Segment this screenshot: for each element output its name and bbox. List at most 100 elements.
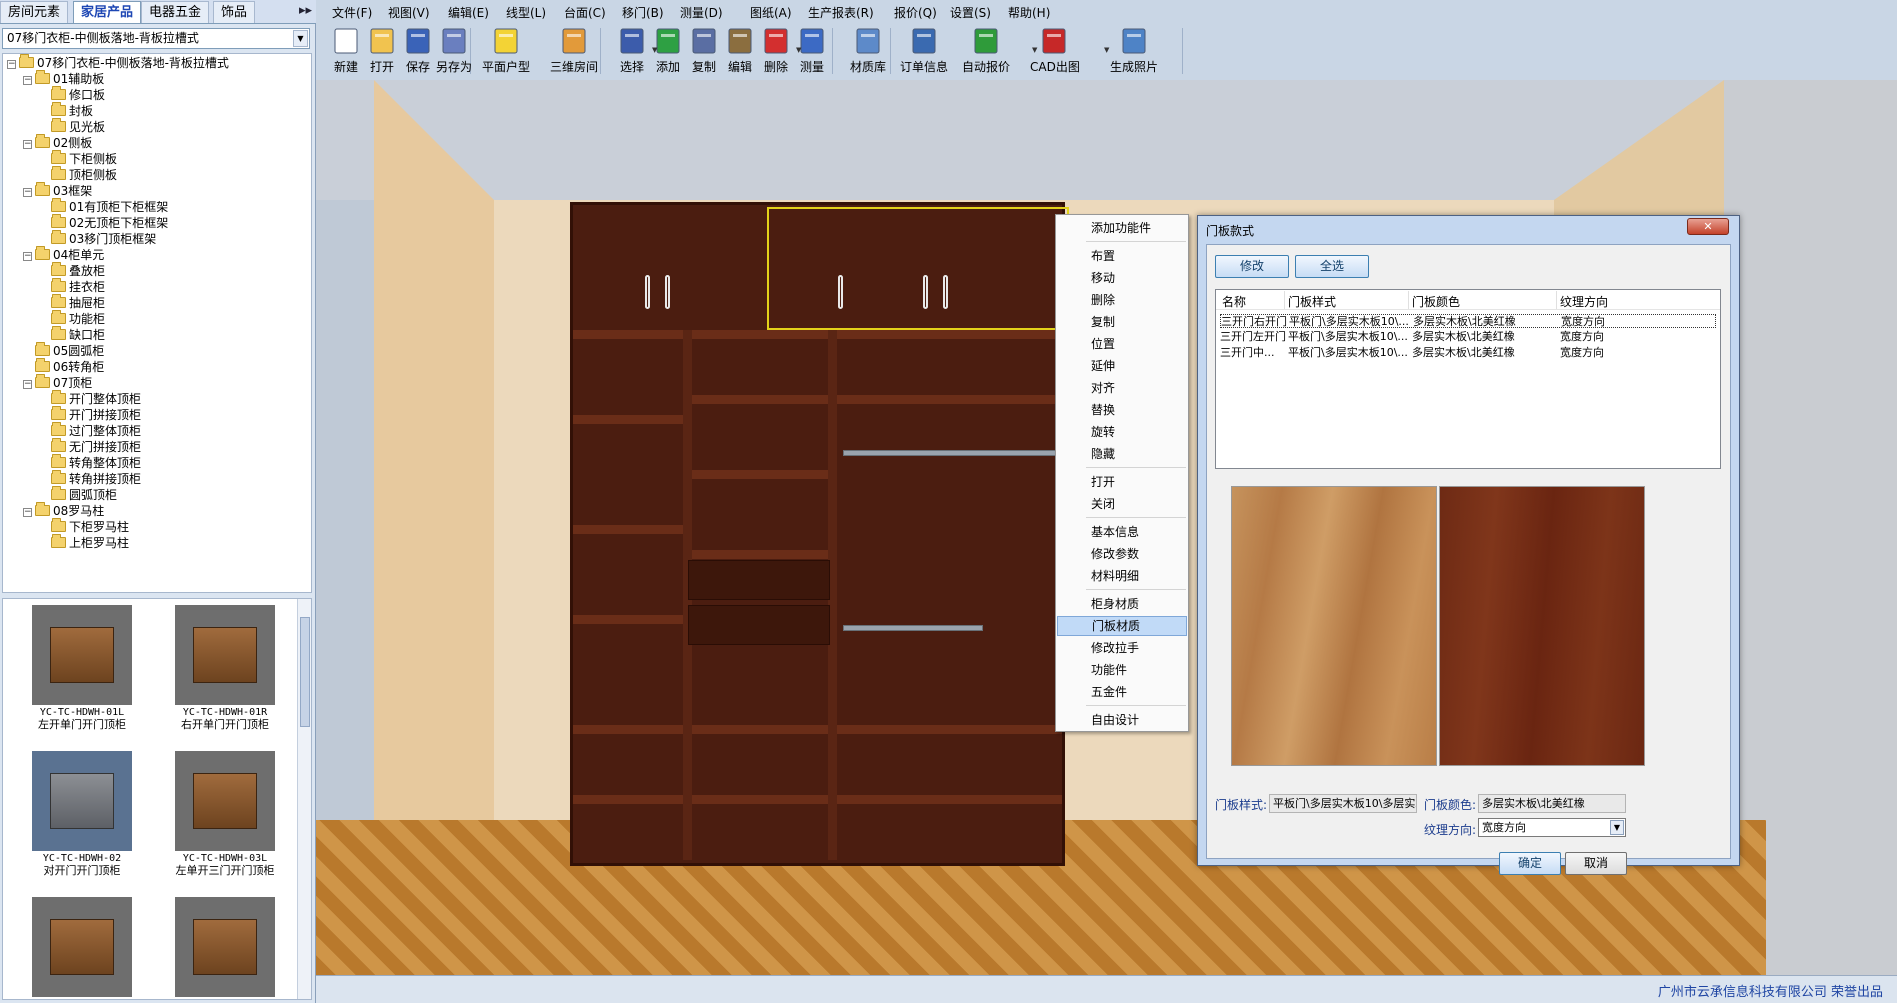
chevron-down-icon[interactable]: ▼ — [1610, 820, 1624, 835]
scrollbar-thumb[interactable] — [300, 617, 310, 727]
product-thumbnail[interactable]: YC-TC-HDWH-03R — [17, 897, 147, 999]
menu-item[interactable]: 报价(Q) — [894, 4, 937, 21]
product-thumbnail[interactable]: YC-TC-HDWH-01R 右开单门开门顶柜 — [160, 605, 290, 731]
menu-item[interactable]: 生产报表(R) — [808, 4, 874, 21]
menu-item[interactable]: 测量(D) — [680, 4, 723, 21]
tree-node[interactable]: − 07移门衣柜-中侧板落地-背板拉槽式 — [7, 54, 229, 71]
product-thumbnail[interactable]: YC-TC-HDWH-03L 左单开三门开门顶柜 — [160, 751, 290, 877]
tab-decorations[interactable]: 饰品 — [213, 1, 256, 23]
dropdown-arrow-icon[interactable]: ▼ — [652, 46, 657, 54]
context-menu-item[interactable]: 布置 — [1057, 246, 1187, 266]
tab-scroll-right-icon[interactable]: ▸▸ — [299, 3, 312, 18]
collapse-icon[interactable]: − — [23, 252, 32, 261]
grain-direction-select[interactable]: 宽度方向 ▼ — [1478, 818, 1626, 837]
tree-node[interactable]: 开门拼接顶柜 — [39, 406, 141, 423]
tree-node[interactable]: 见光板 — [39, 118, 105, 135]
collapse-icon[interactable]: − — [23, 508, 32, 517]
menu-item[interactable]: 线型(L) — [506, 4, 546, 21]
context-menu-item[interactable]: 柜身材质 — [1057, 594, 1187, 614]
tree-node[interactable]: 05圆弧柜 — [23, 342, 104, 359]
tree-node[interactable]: 圆弧顶柜 — [39, 486, 117, 503]
col-name[interactable]: 名称 — [1222, 293, 1246, 310]
tree-node[interactable]: − 01辅助板 — [23, 70, 104, 87]
tree-node[interactable]: − 04柜单元 — [23, 246, 104, 263]
tree-node[interactable]: 上柜罗马柱 — [39, 534, 129, 551]
product-thumbnail[interactable]: YC-TC-HDWH-04 — [160, 897, 290, 999]
tree-node[interactable]: − 08罗马柱 — [23, 502, 104, 519]
context-menu-item[interactable]: 修改拉手 — [1057, 638, 1187, 658]
context-menu-item[interactable]: 延伸 — [1057, 356, 1187, 376]
tree-node[interactable]: 下柜罗马柱 — [39, 518, 129, 535]
tree-node[interactable]: 06转角柜 — [23, 358, 104, 375]
tab-home-products[interactable]: 家居产品 — [73, 1, 142, 23]
menu-item[interactable]: 视图(V) — [388, 4, 430, 21]
tree-node[interactable]: 转角整体顶柜 — [39, 454, 141, 471]
tree-node[interactable]: − 07顶柜 — [23, 374, 92, 391]
context-menu-item[interactable]: 五金件 — [1057, 682, 1187, 702]
context-menu-item[interactable]: 旋转 — [1057, 422, 1187, 442]
modify-button[interactable]: 修改 — [1215, 255, 1289, 278]
toolbar-button[interactable]: 生成照片 — [1110, 22, 1158, 75]
tree-node[interactable]: 抽屉柜 — [39, 294, 105, 311]
context-menu-item[interactable]: 位置 — [1057, 334, 1187, 354]
product-category-select[interactable]: 07移门衣柜-中侧板落地-背板拉槽式 ▼ — [2, 28, 310, 49]
col-style[interactable]: 门板样式 — [1288, 293, 1336, 310]
chevron-down-icon[interactable]: ▼ — [293, 30, 308, 47]
col-direction[interactable]: 纹理方向 — [1560, 293, 1608, 310]
toolbar-button[interactable]: 订单信息 — [900, 22, 948, 75]
context-menu-item[interactable]: 门板材质 — [1057, 616, 1187, 636]
table-row[interactable]: 三开门右开门 平板门\多层实木板10\... 多层实木板\北美红橡 宽度方向 — [1220, 314, 1716, 328]
thumbnail-scrollbar[interactable] — [297, 599, 311, 999]
context-menu-item[interactable]: 基本信息 — [1057, 522, 1187, 542]
menu-item[interactable]: 移门(B) — [622, 4, 664, 21]
cancel-button[interactable]: 取消 — [1565, 852, 1627, 875]
collapse-icon[interactable]: − — [23, 380, 32, 389]
product-thumbnail[interactable]: YC-TC-HDWH-02 对开门开门顶柜 — [17, 751, 147, 877]
tree-node[interactable]: 缺口柜 — [39, 326, 105, 343]
toolbar-button[interactable]: 三维房间 — [550, 22, 598, 75]
tree-node[interactable]: − 03框架 — [23, 182, 92, 199]
context-menu-item[interactable]: 删除 — [1057, 290, 1187, 310]
context-menu-item[interactable]: 对齐 — [1057, 378, 1187, 398]
tree-node[interactable]: 叠放柜 — [39, 262, 105, 279]
tree-node[interactable]: 01有顶柜下柜框架 — [39, 198, 168, 215]
collapse-icon[interactable]: − — [23, 76, 32, 85]
context-menu-item[interactable]: 自由设计 — [1057, 710, 1187, 730]
menu-item[interactable]: 编辑(E) — [448, 4, 489, 21]
dropdown-arrow-icon[interactable]: ▼ — [1104, 46, 1109, 54]
collapse-icon[interactable]: − — [23, 188, 32, 197]
menu-item[interactable]: 台面(C) — [564, 4, 606, 21]
context-menu-item[interactable]: 移动 — [1057, 268, 1187, 288]
tree-node[interactable]: 下柜侧板 — [39, 150, 117, 167]
menu-item[interactable]: 图纸(A) — [750, 4, 792, 21]
tree-node[interactable]: − 02侧板 — [23, 134, 92, 151]
selected-top-cabinet[interactable] — [767, 207, 1069, 330]
context-menu-item[interactable]: 关闭 — [1057, 494, 1187, 514]
tree-node[interactable]: 功能柜 — [39, 310, 105, 327]
toolbar-button[interactable]: 平面户型 — [482, 22, 530, 75]
context-menu-item[interactable]: 功能件 — [1057, 660, 1187, 680]
menu-item[interactable]: 文件(F) — [332, 4, 372, 21]
context-menu-item[interactable]: 复制 — [1057, 312, 1187, 332]
ok-button[interactable]: 确定 — [1499, 852, 1561, 875]
tree-node[interactable]: 挂衣柜 — [39, 278, 105, 295]
context-menu-item[interactable]: 修改参数 — [1057, 544, 1187, 564]
tab-room-elements[interactable]: 房间元素 — [0, 1, 69, 23]
menu-item[interactable]: 设置(S) — [950, 4, 991, 21]
context-menu-item[interactable]: 打开 — [1057, 472, 1187, 492]
context-menu-item[interactable]: 替换 — [1057, 400, 1187, 420]
toolbar-button[interactable]: 材质库 — [844, 22, 892, 75]
tree-node[interactable]: 过门整体顶柜 — [39, 422, 141, 439]
col-color[interactable]: 门板颜色 — [1412, 293, 1460, 310]
toolbar-button[interactable]: 另存为 — [430, 22, 478, 75]
product-thumbnail[interactable]: YC-TC-HDWH-01L 左开单门开门顶柜 — [17, 605, 147, 731]
collapse-icon[interactable]: − — [23, 140, 32, 149]
tree-node[interactable]: 转角拼接顶柜 — [39, 470, 141, 487]
toolbar-button[interactable]: 自动报价 — [962, 22, 1010, 75]
table-row[interactable]: 三开门左开门 平板门\多层实木板10\... 多层实木板\北美红橡 宽度方向 — [1220, 330, 1716, 344]
collapse-icon[interactable]: − — [7, 60, 16, 69]
close-button[interactable]: ✕ — [1687, 218, 1729, 235]
tree-node[interactable]: 开门整体顶柜 — [39, 390, 141, 407]
dropdown-arrow-icon[interactable]: ▼ — [1032, 46, 1037, 54]
tab-appliances[interactable]: 电器五金 — [141, 1, 210, 23]
